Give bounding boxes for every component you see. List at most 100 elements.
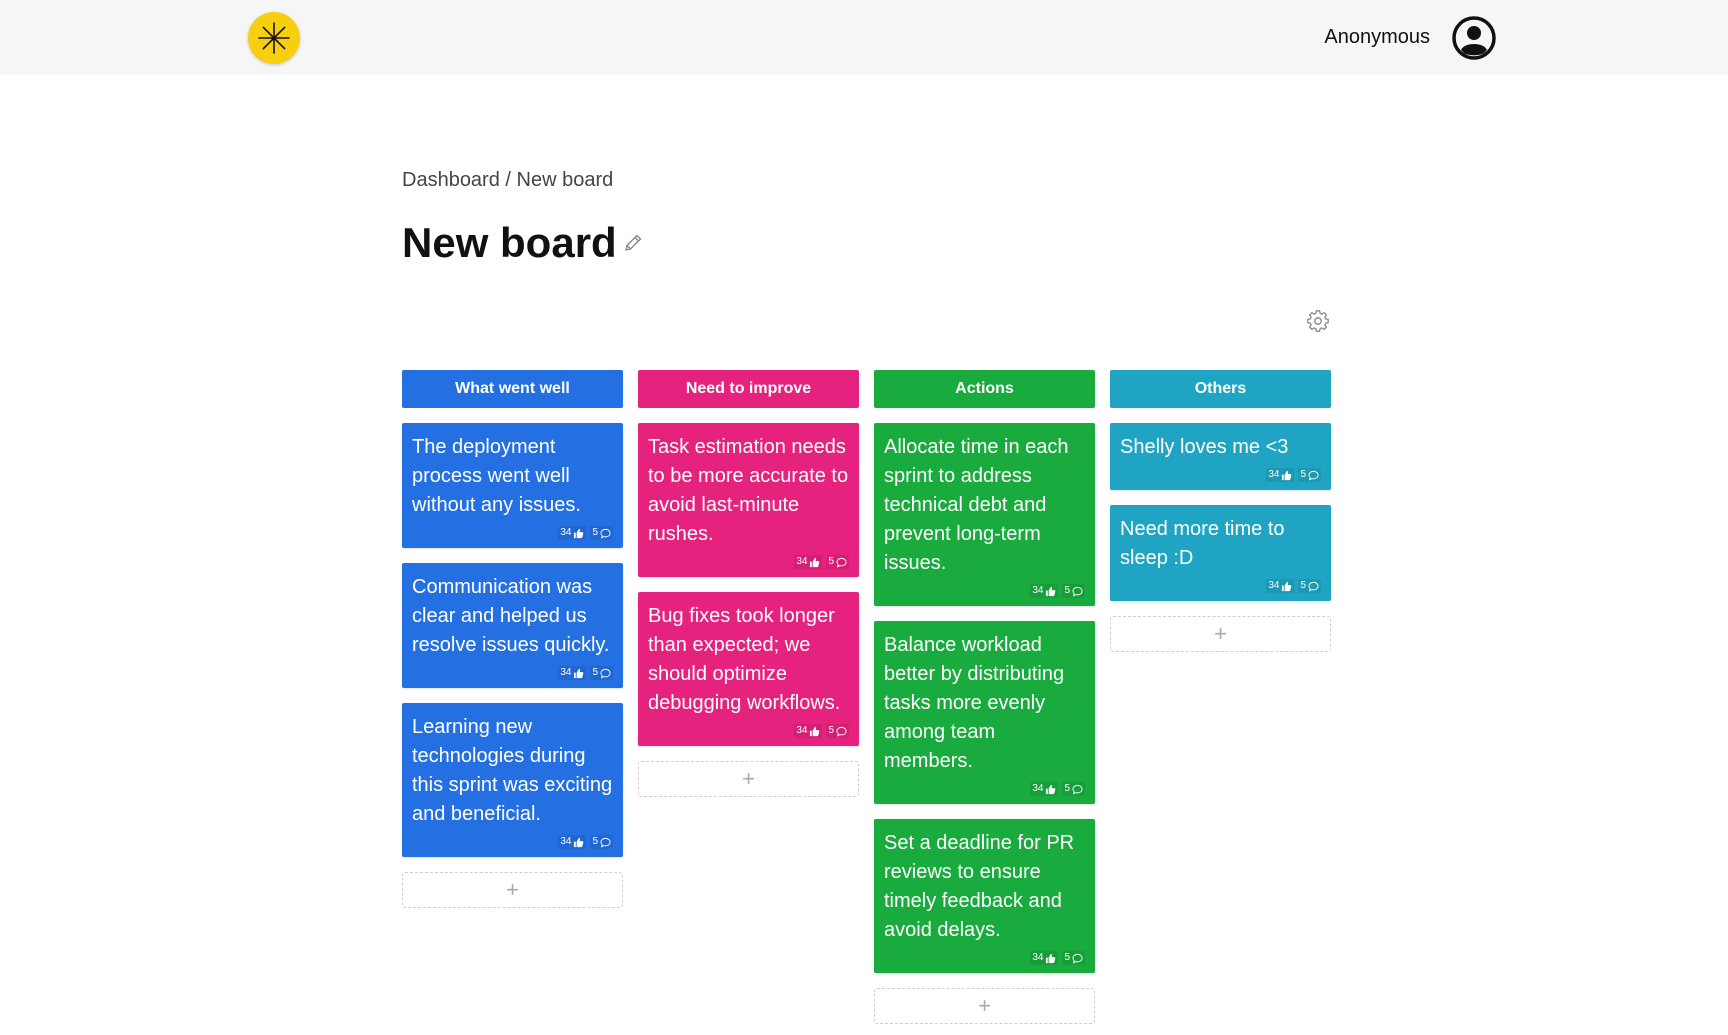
like-count: 34 bbox=[796, 556, 808, 567]
add-card-button[interactable]: + bbox=[1110, 616, 1331, 652]
user-name[interactable]: Anonymous bbox=[1324, 24, 1430, 50]
card-text: Balance workload better by distributing … bbox=[884, 634, 1065, 772]
thumbs-up-icon bbox=[1045, 953, 1056, 964]
comment-button[interactable]: 5 bbox=[1298, 579, 1321, 593]
asterisk-logo-icon[interactable] bbox=[248, 12, 300, 64]
comment-button[interactable]: 5 bbox=[1298, 468, 1321, 482]
like-count: 34 bbox=[560, 667, 572, 678]
retro-card[interactable]: Communication was clear and helped us re… bbox=[402, 563, 623, 688]
retro-card[interactable]: Balance workload better by distributing … bbox=[874, 621, 1095, 804]
comment-button[interactable]: 5 bbox=[1062, 584, 1085, 598]
comment-count: 5 bbox=[592, 527, 598, 538]
like-button[interactable]: 34 bbox=[558, 835, 587, 849]
add-card-button[interactable]: + bbox=[638, 761, 859, 797]
thumbs-up-icon bbox=[1045, 586, 1056, 597]
card-meta: 34 5 bbox=[884, 782, 1085, 796]
like-button[interactable]: 34 bbox=[558, 666, 587, 680]
card-text: Bug fixes took longer than expected; we … bbox=[648, 605, 841, 714]
thumbs-up-icon bbox=[1281, 470, 1292, 481]
card-text: Set a deadline for PR reviews to ensure … bbox=[884, 832, 1075, 941]
card-text: Communication was clear and helped us re… bbox=[412, 576, 610, 656]
like-count: 34 bbox=[1268, 580, 1280, 591]
card-meta: 34 5 bbox=[1120, 468, 1321, 482]
comment-button[interactable]: 5 bbox=[590, 666, 613, 680]
column-actions: Actions Allocate time in each sprint to a… bbox=[874, 370, 1095, 1024]
retro-card[interactable]: Allocate time in each sprint to address … bbox=[874, 423, 1095, 606]
board-columns: What went well The deployment process wen… bbox=[402, 370, 1331, 1024]
breadcrumb-separator: / bbox=[499, 169, 517, 191]
comment-icon bbox=[1072, 586, 1083, 597]
like-count: 34 bbox=[1032, 783, 1044, 794]
column-need-to-improve: Need to improve Task estimation needs to … bbox=[638, 370, 859, 1024]
retro-card[interactable]: Shelly loves me <3 34 5 bbox=[1110, 423, 1331, 490]
thumbs-up-icon bbox=[573, 528, 584, 539]
retro-card[interactable]: Set a deadline for PR reviews to ensure … bbox=[874, 819, 1095, 973]
comment-icon bbox=[600, 528, 611, 539]
top-bar: Anonymous bbox=[0, 0, 1728, 75]
like-button[interactable]: 34 bbox=[794, 555, 823, 569]
card-meta: 34 5 bbox=[412, 526, 613, 540]
card-meta: 34 5 bbox=[412, 835, 613, 849]
like-count: 34 bbox=[1032, 952, 1044, 963]
comment-count: 5 bbox=[1064, 585, 1070, 596]
card-meta: 34 5 bbox=[884, 584, 1085, 598]
retro-card[interactable]: Learning new technologies during this sp… bbox=[402, 703, 623, 857]
thumbs-up-icon bbox=[1281, 581, 1292, 592]
comment-count: 5 bbox=[828, 556, 834, 567]
comment-count: 5 bbox=[592, 667, 598, 678]
column-header[interactable]: What went well bbox=[402, 370, 623, 408]
like-button[interactable]: 34 bbox=[1030, 584, 1059, 598]
comment-icon bbox=[836, 726, 847, 737]
pencil-icon[interactable] bbox=[622, 232, 644, 254]
column-went-well: What went well The deployment process wen… bbox=[402, 370, 623, 1024]
thumbs-up-icon bbox=[809, 726, 820, 737]
retro-card[interactable]: The deployment process went well without… bbox=[402, 423, 623, 548]
like-count: 34 bbox=[796, 725, 808, 736]
comment-button[interactable]: 5 bbox=[826, 724, 849, 738]
like-count: 34 bbox=[560, 836, 572, 847]
thumbs-up-icon bbox=[1045, 784, 1056, 795]
column-others: Others Shelly loves me <3 34 5 Need more tim… bbox=[1110, 370, 1331, 1024]
like-button[interactable]: 34 bbox=[794, 724, 823, 738]
card-meta: 34 5 bbox=[1120, 579, 1321, 593]
breadcrumb: Dashboard / New board bbox=[402, 168, 613, 192]
comment-button[interactable]: 5 bbox=[826, 555, 849, 569]
comment-count: 5 bbox=[1064, 783, 1070, 794]
comment-button[interactable]: 5 bbox=[1062, 951, 1085, 965]
thumbs-up-icon bbox=[573, 837, 584, 848]
retro-card[interactable]: Task estimation needs to be more accurat… bbox=[638, 423, 859, 577]
like-button[interactable]: 34 bbox=[1266, 579, 1295, 593]
card-text: The deployment process went well without… bbox=[412, 436, 581, 516]
comment-count: 5 bbox=[1300, 580, 1306, 591]
like-count: 34 bbox=[1032, 585, 1044, 596]
like-button[interactable]: 34 bbox=[1030, 782, 1059, 796]
like-button[interactable]: 34 bbox=[1030, 951, 1059, 965]
add-card-button[interactable]: + bbox=[874, 988, 1095, 1024]
column-header[interactable]: Actions bbox=[874, 370, 1095, 408]
comment-count: 5 bbox=[828, 725, 834, 736]
retro-card[interactable]: Need more time to sleep :D 34 5 bbox=[1110, 505, 1331, 601]
gear-icon[interactable] bbox=[1306, 309, 1330, 333]
like-button[interactable]: 34 bbox=[1266, 468, 1295, 482]
card-meta: 34 5 bbox=[648, 555, 849, 569]
card-meta: 34 5 bbox=[412, 666, 613, 680]
card-meta: 34 5 bbox=[884, 951, 1085, 965]
page-title: New board bbox=[402, 219, 617, 266]
comment-button[interactable]: 5 bbox=[590, 526, 613, 540]
column-header[interactable]: Need to improve bbox=[638, 370, 859, 408]
card-text: Allocate time in each sprint to address … bbox=[884, 436, 1069, 574]
comment-button[interactable]: 5 bbox=[1062, 782, 1085, 796]
comment-button[interactable]: 5 bbox=[590, 835, 613, 849]
column-header[interactable]: Others bbox=[1110, 370, 1331, 408]
like-button[interactable]: 34 bbox=[558, 526, 587, 540]
retro-card[interactable]: Bug fixes took longer than expected; we … bbox=[638, 592, 859, 746]
comment-icon bbox=[1308, 581, 1319, 592]
user-circle-icon[interactable] bbox=[1452, 16, 1496, 60]
card-text: Learning new technologies during this sp… bbox=[412, 716, 613, 825]
thumbs-up-icon bbox=[573, 668, 584, 679]
add-card-button[interactable]: + bbox=[402, 872, 623, 908]
breadcrumb-dashboard[interactable]: Dashboard bbox=[402, 169, 500, 191]
thumbs-up-icon bbox=[809, 557, 820, 568]
comment-icon bbox=[600, 668, 611, 679]
card-text: Shelly loves me <3 bbox=[1120, 436, 1289, 458]
